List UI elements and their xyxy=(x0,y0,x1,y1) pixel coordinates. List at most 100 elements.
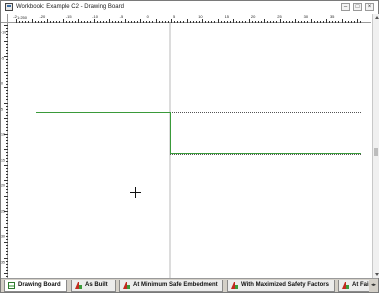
ruler-tick xyxy=(6,254,8,256)
ruler-tick xyxy=(6,192,8,194)
ruler-label: 20 xyxy=(250,14,256,19)
ruler-label: 25 xyxy=(277,14,282,19)
ruler-tick xyxy=(6,139,8,141)
ruler-tick xyxy=(6,46,8,48)
vertical-scrollbar[interactable] xyxy=(372,14,379,278)
ruler-tick xyxy=(6,80,8,82)
ruler-label: 10 xyxy=(1,132,5,137)
drawing-svg xyxy=(36,23,361,278)
ruler-tick xyxy=(6,99,8,101)
ruler-tick xyxy=(6,136,8,138)
ruler-tick xyxy=(6,124,8,126)
ruler-tick xyxy=(6,170,8,172)
maximize-button[interactable]: □ xyxy=(353,3,362,11)
ruler-tick xyxy=(6,269,8,271)
close-button[interactable]: × xyxy=(365,3,374,11)
tab-drawing-board[interactable]: Drawing Board xyxy=(4,280,67,292)
ruler-tick xyxy=(6,37,8,39)
ruler-label: -15 xyxy=(65,14,72,19)
minimize-button[interactable]: – xyxy=(341,3,350,11)
tab-label: At Fai xyxy=(352,282,369,288)
tab-at-minimum-safe-embedment[interactable]: At Minimum Safe Embedment xyxy=(119,280,223,292)
ruler-tick xyxy=(6,31,8,33)
ruler-tick xyxy=(4,102,8,104)
ruler-tick xyxy=(6,52,8,54)
ruler-tick xyxy=(6,223,8,225)
ruler-tick xyxy=(6,173,8,175)
ruler-tick xyxy=(4,118,8,119)
ruler-label: -5 xyxy=(1,56,5,60)
tab-label: Drawing Board xyxy=(18,282,61,288)
tab-as-built[interactable]: As Built xyxy=(71,280,116,292)
ruler-tick xyxy=(6,260,8,262)
drawing-board-window: Workbook: Example C2 - Drawing Board – □… xyxy=(0,0,379,293)
title-bar: Workbook: Example C2 - Drawing Board – □… xyxy=(1,1,378,14)
tab-at-failure[interactable]: At Fai xyxy=(338,280,371,292)
horizontal-ruler: 1:250 -25 -20 -15 -10 -5 0 5 10 15 20 25 30 35 xyxy=(8,14,371,23)
ruler-tick xyxy=(6,93,8,95)
ruler-tick xyxy=(4,56,8,57)
ruler-label: 35 xyxy=(1,260,5,264)
ruler-label: 0 xyxy=(146,14,149,19)
ruler-tick xyxy=(6,161,8,163)
ruler-tick xyxy=(6,127,8,129)
ruler-tick xyxy=(6,214,8,216)
ruler-tick xyxy=(6,189,8,191)
ruler-label: 25 xyxy=(1,209,5,213)
tab-with-maximized-safety-factors[interactable]: With Maximized Safety Factors xyxy=(227,280,335,292)
ruler-tick xyxy=(6,232,8,234)
ruler-tick xyxy=(6,43,8,45)
ruler-label: 0 xyxy=(1,81,3,86)
sheet-tab-bar: Drawing Board As Built At Minimum Safe E… xyxy=(1,278,378,292)
ruler-tick xyxy=(6,248,8,250)
ruler-tick xyxy=(4,273,8,274)
ruler-tick xyxy=(6,111,8,113)
window-title: Workbook: Example C2 - Drawing Board xyxy=(16,4,124,10)
ruler-label: -5 xyxy=(119,14,124,19)
ruler-tick xyxy=(6,62,8,64)
ruler-tick xyxy=(6,201,8,203)
ruler-tick xyxy=(4,257,8,259)
ruler-tick xyxy=(4,40,8,42)
zoom-level: 1:250 xyxy=(17,15,28,20)
ruler-label: -10 xyxy=(92,14,98,19)
scroll-thumb[interactable] xyxy=(374,148,378,156)
ruler-label: 20 xyxy=(1,183,5,188)
ruler-tick xyxy=(6,183,8,185)
ruler-tick xyxy=(6,142,8,144)
ruler-tick xyxy=(6,198,8,200)
ruler-tick xyxy=(6,238,8,240)
wall-section-icon xyxy=(123,282,130,289)
ruler-tick xyxy=(6,186,8,188)
drawing-board-icon xyxy=(8,282,15,289)
ruler-tick xyxy=(6,276,8,278)
ruler-tick xyxy=(4,164,8,166)
ruler-tick xyxy=(6,49,8,51)
ruler-tick xyxy=(6,263,8,265)
ruler-tick xyxy=(6,152,8,154)
drawing-board-app-icon xyxy=(5,3,13,11)
tab-scroll-arrows-icon[interactable]: ◂▸ xyxy=(369,280,378,292)
ruler-tick xyxy=(4,180,8,181)
drawing-canvas[interactable] xyxy=(9,23,371,278)
ruler-tick xyxy=(6,130,8,132)
ruler-tick xyxy=(6,77,8,79)
vertical-ruler: -10 -5 0 5 10 15 20 25 30 35 xyxy=(1,23,8,278)
ruler-label: -20 xyxy=(39,14,46,19)
ruler-tick xyxy=(6,68,8,70)
wall-section-icon xyxy=(75,282,82,289)
tab-label: At Minimum Safe Embedment xyxy=(133,282,218,288)
ruler-tick xyxy=(6,204,8,206)
ruler-tick xyxy=(6,245,8,247)
ruler-tick xyxy=(6,74,8,76)
scroll-down-arrow-icon[interactable] xyxy=(375,273,379,276)
ruler-tick xyxy=(6,207,8,209)
ruler-tick xyxy=(6,59,8,61)
crosshair-cursor-icon xyxy=(130,187,141,198)
ruler-tick xyxy=(6,65,8,67)
ruler-tick xyxy=(6,158,8,160)
ruler-tick xyxy=(4,242,8,243)
ruler-tick xyxy=(4,226,8,228)
scroll-up-arrow-icon[interactable] xyxy=(375,16,379,19)
ruler-label: 15 xyxy=(224,14,230,19)
